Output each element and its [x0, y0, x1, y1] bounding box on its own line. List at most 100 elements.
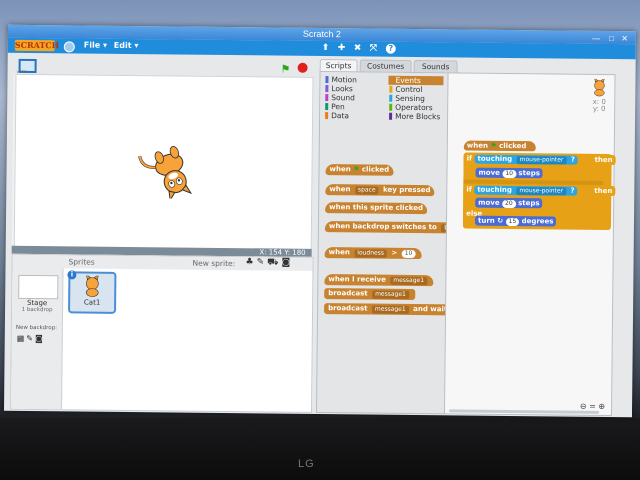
- category-operators[interactable]: Operators: [388, 103, 433, 112]
- category-data[interactable]: Data: [324, 111, 349, 120]
- edit-menu[interactable]: Edit ▾: [114, 41, 139, 50]
- block-backdrop-label: when backdrop switches to: [328, 222, 437, 232]
- stage-panel: v461 ⚑: [11, 55, 314, 251]
- block-broadcast[interactable]: broadcast message1: [324, 288, 415, 300]
- lg-logo: LG: [298, 458, 315, 470]
- move-steps-block-1[interactable]: move 10 steps: [475, 167, 543, 179]
- script-flag-icon: ⚑: [490, 141, 497, 150]
- camera-sprite-icon[interactable]: ◙: [281, 258, 293, 268]
- category-more-blocks[interactable]: More Blocks: [388, 112, 440, 121]
- question-label-1: ?: [570, 155, 575, 164]
- then-label-2: then: [594, 186, 613, 196]
- block-broadcast-label: broadcast: [328, 289, 368, 298]
- if-label-2: if: [466, 185, 472, 194]
- delete-tool-icon[interactable]: ✖: [354, 43, 362, 53]
- if-label-1: if: [466, 154, 473, 163]
- category-control[interactable]: Control: [388, 85, 422, 94]
- file-menu[interactable]: File ▾: [84, 41, 107, 50]
- block-broadcast-wait-label: broadcast: [328, 304, 368, 313]
- block-broadcast-and-wait[interactable]: broadcast message1 and wait: [324, 303, 452, 316]
- help-icon[interactable]: ?: [385, 43, 396, 54]
- touching-label-1: touching: [477, 154, 513, 164]
- if-touching-1[interactable]: if touching mouse-pointer ? then: [463, 153, 616, 166]
- loudness-value[interactable]: 10: [401, 249, 416, 259]
- block-categories: Motion Looks Sound Pen Data Events Contr…: [320, 71, 449, 124]
- block-when-loudness[interactable]: when loudness > 10: [324, 247, 422, 260]
- category-looks[interactable]: Looks: [324, 84, 353, 93]
- cat-corner-icon: [594, 77, 605, 97]
- block-when-label: when: [329, 165, 351, 174]
- cut-tool-icon[interactable]: ✚: [338, 43, 346, 53]
- scratch-window: Scratch 2 — □ ✕ SCRATCH File ▾ Edit ▾ ⬆ …: [3, 24, 637, 418]
- flag-icon: ⚑: [353, 165, 360, 174]
- move-steps-value-1[interactable]: 10: [502, 169, 517, 179]
- touching-condition-1[interactable]: touching mouse-pointer ?: [474, 154, 578, 165]
- block-when-receive[interactable]: when I receive message1: [324, 274, 434, 287]
- scratch-logo[interactable]: SCRATCH: [14, 39, 59, 52]
- cat-sprite-icon[interactable]: [135, 138, 206, 199]
- block-key-pressed-label: key pressed: [382, 185, 431, 195]
- stop-icon[interactable]: [297, 62, 308, 73]
- question-label-2: ?: [570, 186, 575, 195]
- mouse-pointer-dropdown-1[interactable]: mouse-pointer: [516, 156, 567, 165]
- move-label-2: move: [478, 198, 500, 207]
- block-gt-label: >: [391, 248, 398, 257]
- turn-label: turn ↻: [477, 216, 504, 225]
- duplicate-tool-icon[interactable]: ⬆: [322, 43, 330, 53]
- sprites-header: Sprites New sprite: ♣✎⛟◙: [62, 255, 313, 271]
- language-globe-icon[interactable]: [63, 41, 75, 53]
- info-icon[interactable]: i: [67, 270, 77, 280]
- broadcast-wait-message-dropdown[interactable]: message1: [371, 305, 409, 314]
- category-pen[interactable]: Pen: [324, 102, 345, 111]
- cat-thumbnail-icon: [85, 275, 99, 297]
- script-when-label: when: [466, 141, 489, 150]
- current-sprite-indicator: x: 0 y: 0: [590, 77, 608, 113]
- category-sensing[interactable]: Sensing: [388, 94, 425, 103]
- upload-sprite-icon[interactable]: ⛟: [267, 257, 281, 267]
- stage-thumbnail[interactable]: [18, 274, 59, 300]
- mouse-pointer-dropdown-2[interactable]: mouse-pointer: [516, 187, 567, 196]
- stage-info-column: Stage 1 backdrop New backdrop: ▦✎◙: [11, 254, 64, 410]
- sprites-pane: Stage 1 backdrop New backdrop: ▦✎◙ Sprit…: [10, 253, 314, 413]
- touching-label-2: touching: [477, 185, 512, 195]
- block-and-wait-label: and wait: [413, 304, 448, 314]
- library-sprite-icon[interactable]: ♣: [246, 257, 257, 267]
- broadcast-message-dropdown[interactable]: message1: [372, 290, 409, 299]
- block-when2-label: when: [329, 185, 351, 194]
- script-clicked-label: clicked: [499, 141, 527, 151]
- move-label-1: move: [478, 168, 500, 177]
- turn-degrees-block[interactable]: turn ↻ 15 degrees: [474, 215, 557, 227]
- new-sprite-label: New sprite:: [192, 258, 236, 269]
- scripts-horizontal-scrollbar[interactable]: [449, 409, 600, 414]
- paint-backdrop-icon[interactable]: ▦: [17, 334, 27, 343]
- block-clicked-label: clicked: [361, 165, 390, 174]
- sprite-tile-cat1[interactable]: i Cat1: [67, 270, 117, 314]
- grow-tool-icon[interactable]: ⤧: [370, 44, 377, 54]
- steps-label-2: steps: [518, 199, 540, 208]
- turn-degrees-value[interactable]: 15: [505, 217, 520, 227]
- scripts-area[interactable]: x: 0 y: 0 when ⚑ clicked if touching mou…: [443, 72, 616, 417]
- paint-sprite-icon[interactable]: ✎: [257, 257, 268, 267]
- green-flag-icon[interactable]: ⚑: [281, 63, 291, 76]
- stage-canvas[interactable]: [13, 73, 314, 251]
- block-when-flag-clicked[interactable]: when ⚑ clicked: [325, 164, 394, 176]
- move-steps-value-2[interactable]: 20: [502, 199, 516, 209]
- block-when-sprite-clicked[interactable]: when this sprite clicked: [325, 202, 428, 215]
- sprite-xy: x: 0 y: 0: [592, 97, 606, 113]
- zoom-controls[interactable]: ⊖ = ⊕: [580, 402, 605, 411]
- key-dropdown[interactable]: space: [354, 186, 379, 195]
- degrees-label: degrees: [521, 217, 554, 226]
- category-motion[interactable]: Motion: [324, 75, 357, 84]
- category-sound[interactable]: Sound: [324, 93, 355, 102]
- move-steps-block-2[interactable]: move 20 steps: [475, 197, 543, 209]
- script-when-flag-clicked[interactable]: when ⚑ clicked: [463, 140, 536, 152]
- receive-message-dropdown[interactable]: message1: [390, 276, 428, 286]
- loudness-dropdown[interactable]: loudness: [354, 249, 388, 258]
- camera-backdrop-icon[interactable]: ◙: [35, 334, 45, 343]
- then-label-1: then: [594, 155, 613, 165]
- block-when-key-pressed[interactable]: when space key pressed: [325, 184, 435, 197]
- block-receive-label: when I receive: [328, 275, 386, 284]
- if-touching-2[interactable]: if touching mouse-pointer ? then: [463, 184, 616, 197]
- touching-condition-2[interactable]: touching mouse-pointer ?: [474, 185, 578, 196]
- new-backdrop-tools: ▦✎◙: [17, 334, 45, 343]
